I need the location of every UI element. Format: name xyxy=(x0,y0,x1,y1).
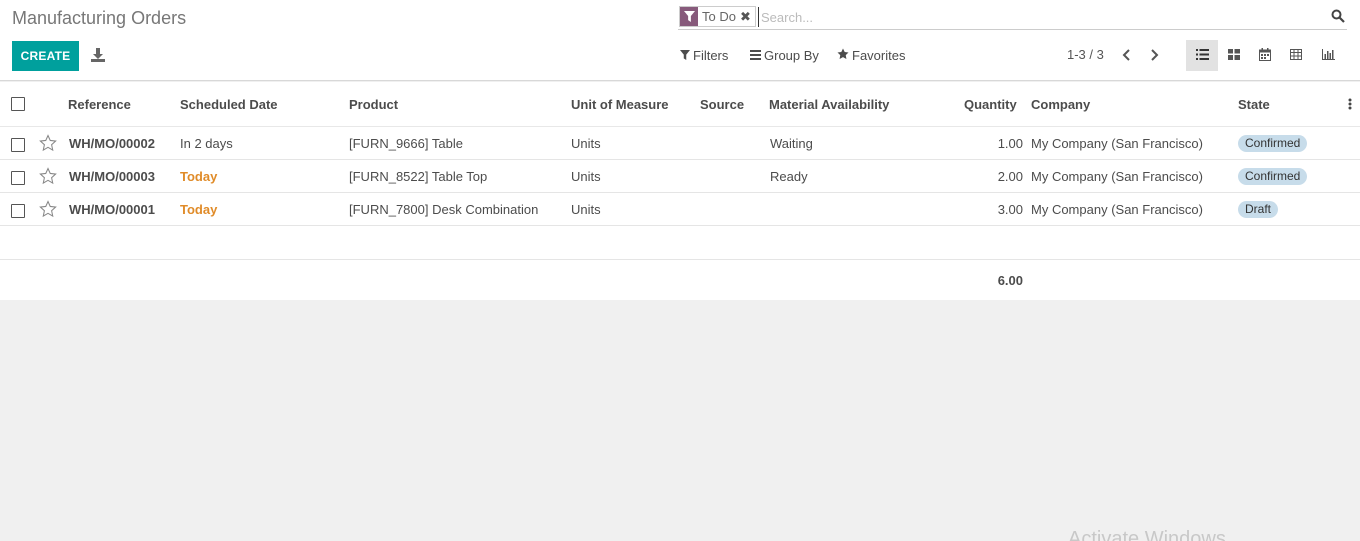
list-view-button[interactable] xyxy=(1186,40,1218,71)
kanban-icon xyxy=(1228,48,1240,63)
cell-scheduled-date: In 2 days xyxy=(180,136,233,151)
cell-quantity: 3.00 xyxy=(997,202,1023,217)
pivot-view-button[interactable] xyxy=(1280,40,1312,71)
cell-reference: WH/MO/00001 xyxy=(69,202,155,217)
cell-material-availability: Waiting xyxy=(770,136,813,151)
table-header: Reference Scheduled Date Product Unit of… xyxy=(0,82,1360,127)
cell-reference: WH/MO/00003 xyxy=(69,169,155,184)
cell-unit-of-measure: Units xyxy=(571,202,601,217)
favorites-label: Favorites xyxy=(852,48,906,63)
bar-chart-icon xyxy=(1321,48,1335,63)
table-icon xyxy=(1290,48,1302,63)
chevron-right-icon[interactable] xyxy=(1148,47,1160,63)
create-button[interactable]: CREATE xyxy=(12,41,79,71)
star-icon[interactable] xyxy=(39,167,57,185)
cell-unit-of-measure: Units xyxy=(571,136,601,151)
graph-view-button[interactable] xyxy=(1312,40,1344,71)
facet-remove-icon[interactable]: ✖ xyxy=(740,7,755,26)
cell-material-availability: Ready xyxy=(770,169,808,184)
star-icon[interactable] xyxy=(39,134,57,152)
table-row[interactable]: WH/MO/00003 Today [FURN_8522] Table Top … xyxy=(0,160,1360,193)
groupby-label: Group By xyxy=(764,48,819,63)
column-header-product[interactable]: Product xyxy=(349,97,398,112)
pager-value[interactable]: 1-3 / 3 xyxy=(1067,47,1104,62)
cell-product: [FURN_7800] Desk Combination xyxy=(349,202,539,217)
cell-company: My Company (San Francisco) xyxy=(1031,169,1203,184)
column-header-state[interactable]: State xyxy=(1238,97,1270,112)
optional-columns-icon[interactable] xyxy=(1348,97,1352,111)
list-view: Reference Scheduled Date Product Unit of… xyxy=(0,82,1360,300)
status-badge: Confirmed xyxy=(1238,135,1308,152)
search-icon[interactable] xyxy=(1331,9,1345,23)
cell-company: My Company (San Francisco) xyxy=(1031,202,1203,217)
cell-unit-of-measure: Units xyxy=(571,169,601,184)
page-title: Manufacturing Orders xyxy=(12,8,187,28)
select-all-checkbox[interactable] xyxy=(11,97,25,111)
cell-reference: WH/MO/00002 xyxy=(69,136,155,151)
column-header-source[interactable]: Source xyxy=(700,97,744,112)
table-row[interactable]: WH/MO/00002 In 2 days [FURN_9666] Table … xyxy=(0,127,1360,160)
cell-scheduled-date: Today xyxy=(180,202,218,217)
kanban-view-button[interactable] xyxy=(1218,40,1250,71)
filters-label: Filters xyxy=(693,48,729,63)
column-header-material-availability[interactable]: Material Availability xyxy=(769,97,889,112)
row-checkbox[interactable] xyxy=(11,204,25,218)
filters-button[interactable]: Filters xyxy=(680,48,728,63)
calendar-icon xyxy=(1259,47,1271,64)
cell-scheduled-date: Today xyxy=(180,169,218,184)
control-panel: Manufacturing Orders CREATE To Do ✖ Filt… xyxy=(0,0,1360,81)
cell-company: My Company (San Francisco) xyxy=(1031,136,1203,151)
list-icon xyxy=(1195,48,1209,63)
search-bar: To Do ✖ xyxy=(678,5,1347,30)
download-icon[interactable] xyxy=(91,47,105,63)
search-facet: To Do ✖ xyxy=(679,6,756,27)
search-input[interactable] xyxy=(758,7,1318,27)
filter-icon xyxy=(680,7,698,26)
chevron-left-icon[interactable] xyxy=(1121,47,1133,63)
cell-quantity: 1.00 xyxy=(997,136,1023,151)
row-checkbox[interactable] xyxy=(11,171,25,185)
footer-divider xyxy=(0,259,1360,260)
star-icon xyxy=(837,48,849,63)
column-header-reference[interactable]: Reference xyxy=(68,97,131,112)
list-bars-icon xyxy=(750,48,761,63)
groupby-button[interactable]: Group By xyxy=(750,48,819,63)
star-icon[interactable] xyxy=(39,200,57,218)
facet-label: To Do xyxy=(702,9,736,24)
favorites-button[interactable]: Favorites xyxy=(837,48,905,63)
cell-product: [FURN_9666] Table xyxy=(349,136,463,151)
cell-quantity: 2.00 xyxy=(997,169,1023,184)
column-header-scheduled-date[interactable]: Scheduled Date xyxy=(180,97,278,112)
status-badge: Confirmed xyxy=(1238,168,1308,185)
column-header-company[interactable]: Company xyxy=(1031,97,1090,112)
cell-product: [FURN_8522] Table Top xyxy=(349,169,488,184)
row-checkbox[interactable] xyxy=(11,138,25,152)
table-row[interactable]: WH/MO/00001 Today [FURN_7800] Desk Combi… xyxy=(0,193,1360,226)
column-header-unit-of-measure[interactable]: Unit of Measure xyxy=(571,97,669,112)
filter-icon xyxy=(680,48,690,63)
column-header-quantity[interactable]: Quantity xyxy=(964,97,1017,112)
status-badge: Draft xyxy=(1238,201,1279,218)
activate-windows-watermark: Activate Windows xyxy=(1068,528,1226,541)
quantity-total: 6.00 xyxy=(997,273,1023,288)
calendar-view-button[interactable] xyxy=(1249,40,1281,71)
